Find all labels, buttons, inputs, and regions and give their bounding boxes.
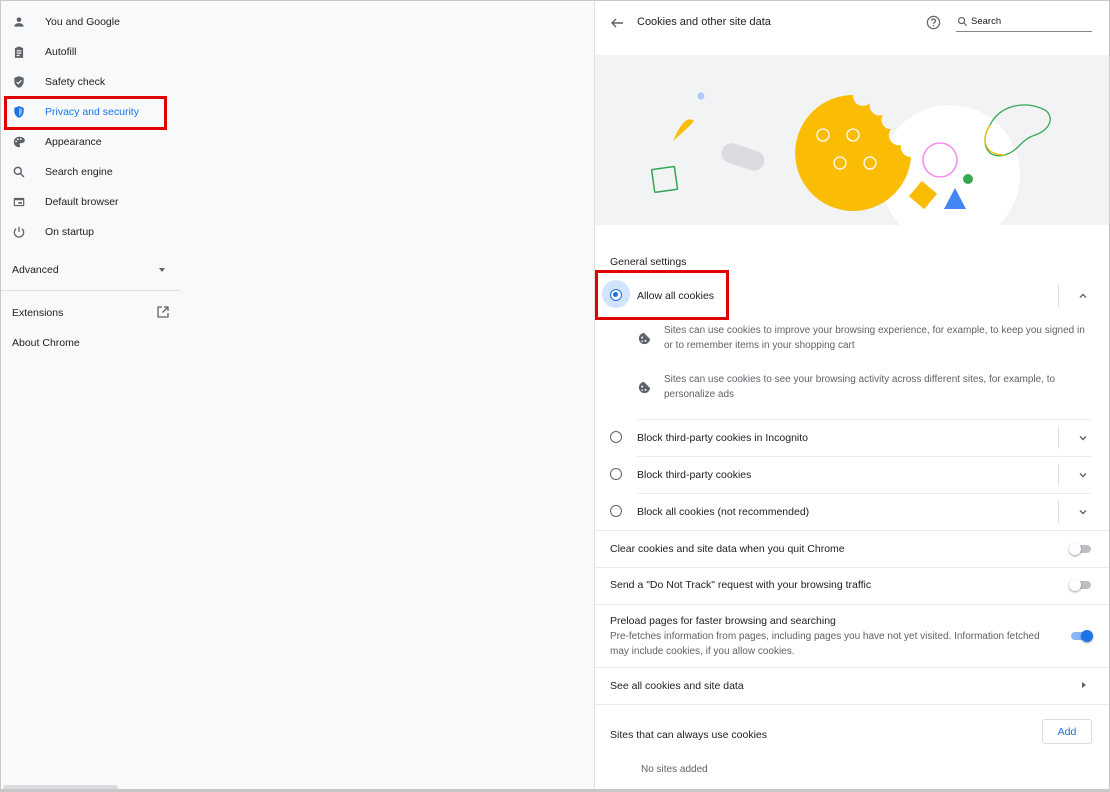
highlight-box [595,270,729,320]
search-icon [12,165,26,179]
search-input[interactable] [971,14,1089,29]
back-arrow-icon[interactable] [609,15,625,31]
palette-icon [12,135,26,149]
arrow-right-icon [1082,682,1086,688]
highlight-box [4,96,167,130]
shield-check-icon [12,75,26,89]
sidebar-item-about-chrome[interactable]: About Chrome [12,337,80,349]
radio-label: Block third-party cookies in Incognito [637,432,808,444]
chevron-down-icon[interactable] [1077,432,1089,444]
radio-block-third-party[interactable]: Block third-party cookies [595,456,1109,493]
clear-on-quit-toggle[interactable] [1069,543,1093,555]
sidebar: You and Google Autofill Safety check Pri… [1,1,181,789]
panel-header: Cookies and other site data [595,1,1109,55]
clipboard-icon [12,45,26,59]
sidebar-item-label: Safety check [45,76,106,88]
detail-text: Sites can use cookies to improve your br… [664,325,1085,351]
setting-label: Preload pages for faster browsing and se… [610,615,836,627]
sidebar-item-autofill[interactable]: Autofill [1,37,171,67]
setting-do-not-track[interactable]: Send a "Do Not Track" request with your … [595,568,1109,604]
detail-improve-experience: Sites can use cookies to improve your br… [635,323,1095,357]
row-divider [1058,426,1059,449]
do-not-track-toggle[interactable] [1069,579,1093,591]
setting-description: Pre-fetches information from pages, incl… [610,631,1040,657]
chevron-down-icon[interactable] [1077,469,1089,481]
see-all-cookies-link[interactable]: See all cookies and site data [595,668,1109,704]
horizontal-scrollbar[interactable] [3,785,118,789]
empty-list-note: No sites added [641,764,708,775]
row-divider [1058,463,1059,486]
sidebar-item-extensions[interactable]: Extensions [12,307,63,319]
radio-button[interactable] [610,505,622,517]
cookies-panel: Cookies and other site data Search Gener… [594,1,1109,789]
detail-text: Sites can use cookies to see your browsi… [664,374,1056,400]
radio-label: Block third-party cookies [637,469,752,481]
sidebar-item-safety-check[interactable]: Safety check [1,67,171,97]
chevron-down-icon[interactable] [1077,506,1089,518]
chevron-down-icon [159,268,165,272]
sidebar-item-label: Search engine [45,166,113,178]
search-icon [957,16,968,27]
toggle-knob [1069,579,1081,591]
chevron-up-icon[interactable] [1077,290,1089,302]
sidebar-divider [1,290,181,291]
radio-block-all[interactable]: Block all cookies (not recommended) [595,493,1109,530]
setting-label: See all cookies and site data [610,680,744,692]
settings-window: You and Google Autofill Safety check Pri… [0,0,1110,792]
advanced-label: Advanced [12,264,59,276]
search-field[interactable] [956,13,1092,32]
browser-icon [12,195,26,209]
sidebar-item-default-browser[interactable]: Default browser [1,187,171,217]
sidebar-item-label: You and Google [45,16,120,28]
add-site-button[interactable]: Add [1042,719,1092,744]
row-divider [1058,284,1059,307]
radio-label: Block all cookies (not recommended) [637,506,810,518]
radio-block-incognito[interactable]: Block third-party cookies in Incognito [595,419,1109,456]
person-icon [12,15,26,29]
cookies-illustration [595,55,1109,225]
toggle-knob [1069,543,1081,555]
page-title: Cookies and other site data [637,16,771,28]
sidebar-item-appearance[interactable]: Appearance [1,127,171,157]
setting-preload-pages[interactable]: Preload pages for faster browsing and se… [595,605,1109,667]
sidebar-item-label: Appearance [45,136,102,148]
setting-label: Clear cookies and site data when you qui… [610,543,845,555]
cookie-icon [638,332,651,345]
section-separator [595,704,1109,705]
radio-button[interactable] [610,468,622,480]
allow-list-heading: Sites that can always use cookies [610,729,767,741]
sidebar-item-label: Autofill [45,46,77,58]
sidebar-advanced-toggle[interactable]: Advanced [1,259,181,281]
toggle-knob [1081,630,1093,642]
sidebar-item-you-and-google[interactable]: You and Google [1,7,171,37]
detail-personalize-ads: Sites can use cookies to see your browsi… [635,372,1095,406]
setting-clear-on-quit[interactable]: Clear cookies and site data when you qui… [595,531,1109,567]
general-settings-heading: General settings [610,256,687,268]
preload-toggle[interactable] [1069,630,1093,642]
cookie-illustration-art [650,92,1051,225]
row-divider [1058,500,1059,523]
sidebar-item-label: On startup [45,226,95,238]
sidebar-item-on-startup[interactable]: On startup [1,217,171,247]
power-icon [12,225,26,239]
setting-label: Send a "Do Not Track" request with your … [610,579,872,591]
sidebar-item-label: Default browser [45,196,119,208]
open-in-new-icon[interactable] [157,306,169,318]
sidebar-item-search-engine[interactable]: Search engine [1,157,171,187]
help-icon[interactable] [926,15,941,30]
cookie-icon [638,381,651,394]
radio-button[interactable] [610,431,622,443]
